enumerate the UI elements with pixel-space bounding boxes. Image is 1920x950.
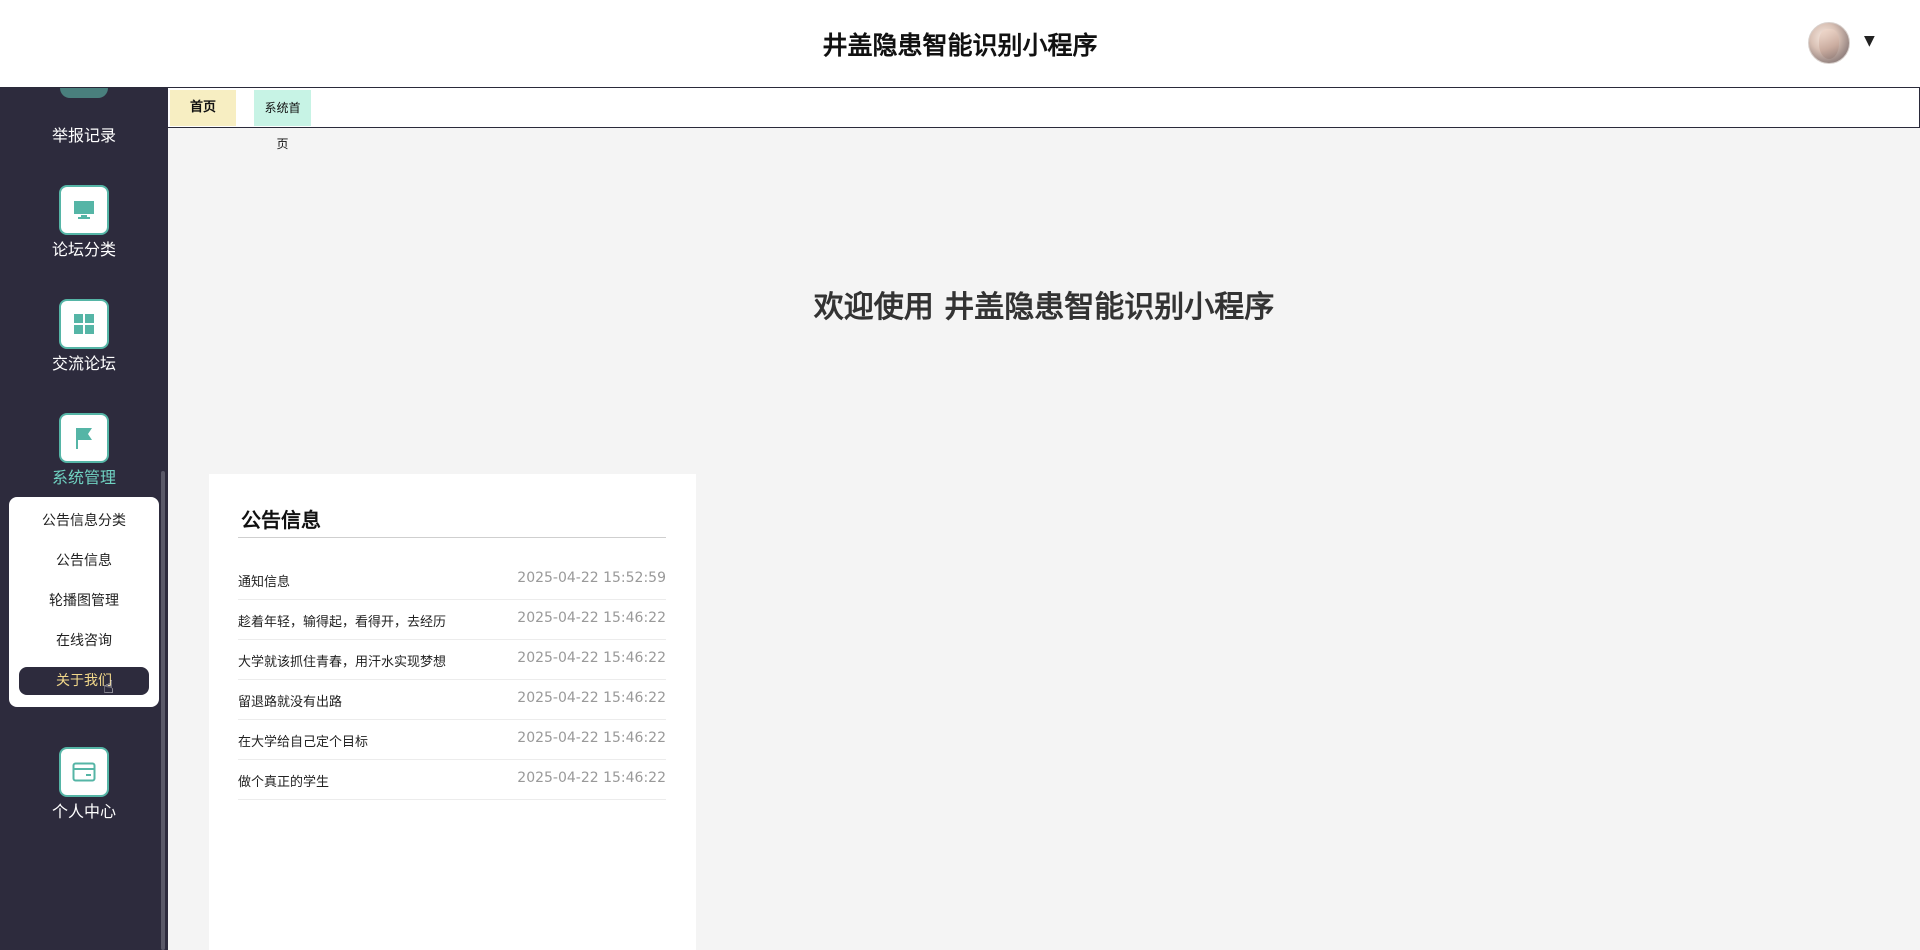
submenu-item-notice-category[interactable]: 公告信息分类: [9, 507, 159, 535]
notice-row-date: 2025-04-22 15:46:22: [517, 730, 666, 746]
app-title: 井盖隐患智能识别小程序: [822, 31, 1098, 60]
user-avatar[interactable]: [1808, 22, 1850, 64]
notice-row-title[interactable]: 做个真正的学生: [238, 771, 329, 790]
monitor-icon[interactable]: [59, 185, 109, 235]
notice-row-date: 2025-04-22 15:46:22: [517, 690, 666, 706]
tab-system-home[interactable]: 系统首页: [254, 90, 311, 151]
submenu-item-carousel[interactable]: 轮播图管理: [9, 587, 159, 615]
notice-row[interactable]: 留退路就没有出路 2025-04-22 15:46:22: [238, 680, 666, 720]
notice-row[interactable]: 在大学给自己定个目标 2025-04-22 15:46:22: [238, 720, 666, 760]
submenu-item-online-consult[interactable]: 在线咨询: [9, 627, 159, 655]
notice-row-date: 2025-04-22 15:46:22: [517, 650, 666, 666]
notice-row-title[interactable]: 趁着年轻，输得起，看得开，去经历: [238, 611, 446, 630]
notice-row[interactable]: 趁着年轻，输得起，看得开，去经历 2025-04-22 15:46:22: [238, 600, 666, 640]
hand-cursor-icon: ☝: [103, 677, 114, 698]
notice-title: 公告信息: [241, 508, 321, 532]
tab-home[interactable]: 首页: [170, 90, 236, 126]
notice-row[interactable]: 大学就该抓住青春，用汗水实现梦想 2025-04-22 15:46:22: [238, 640, 666, 680]
sidebar-item-forum[interactable]: 交流论坛: [0, 350, 168, 374]
grid-icon[interactable]: [59, 299, 109, 349]
notice-row-title[interactable]: 留退路就没有出路: [238, 691, 342, 710]
submenu-item-about-us[interactable]: 关于我们: [19, 667, 149, 695]
notice-row-date: 2025-04-22 15:52:59: [517, 570, 666, 586]
notice-row-title[interactable]: 通知信息: [238, 571, 290, 590]
notice-divider: [238, 537, 666, 538]
notice-row[interactable]: 通知信息 2025-04-22 15:52:59: [238, 560, 666, 600]
notice-row-title[interactable]: 大学就该抓住青春，用汗水实现梦想: [238, 651, 446, 670]
welcome-heading: 欢迎使用 井盖隐患智能识别小程序: [813, 290, 1275, 325]
notice-row-date: 2025-04-22 15:46:22: [517, 770, 666, 786]
sidebar-item-system-management[interactable]: 系统管理: [0, 464, 168, 488]
notice-row-date: 2025-04-22 15:46:22: [517, 610, 666, 626]
system-management-submenu: 公告信息分类 公告信息 轮播图管理 在线咨询 关于我们: [9, 497, 159, 707]
card-icon[interactable]: [59, 747, 109, 797]
top-header: 井盖隐患智能识别小程序 ▼: [0, 0, 1920, 88]
sidebar-scrollbar[interactable]: [161, 471, 165, 950]
tab-bar: 首页 系统首页: [168, 88, 1920, 151]
submenu-item-notice[interactable]: 公告信息: [9, 547, 159, 575]
report-records-icon[interactable]: [60, 88, 108, 98]
sidebar-item-report-records[interactable]: 举报记录: [0, 122, 168, 146]
flag-icon[interactable]: [59, 413, 109, 463]
sidebar-item-forum-category[interactable]: 论坛分类: [0, 236, 168, 260]
notice-row[interactable]: 做个真正的学生 2025-04-22 15:46:22: [238, 760, 666, 800]
notice-row-title[interactable]: 在大学给自己定个目标: [238, 731, 368, 750]
notice-panel: 公告信息 通知信息 2025-04-22 15:52:59 趁着年轻，输得起，看…: [209, 474, 696, 950]
sidebar-item-personal-center[interactable]: 个人中心: [0, 798, 168, 822]
chevron-down-icon[interactable]: ▼: [1864, 34, 1875, 48]
